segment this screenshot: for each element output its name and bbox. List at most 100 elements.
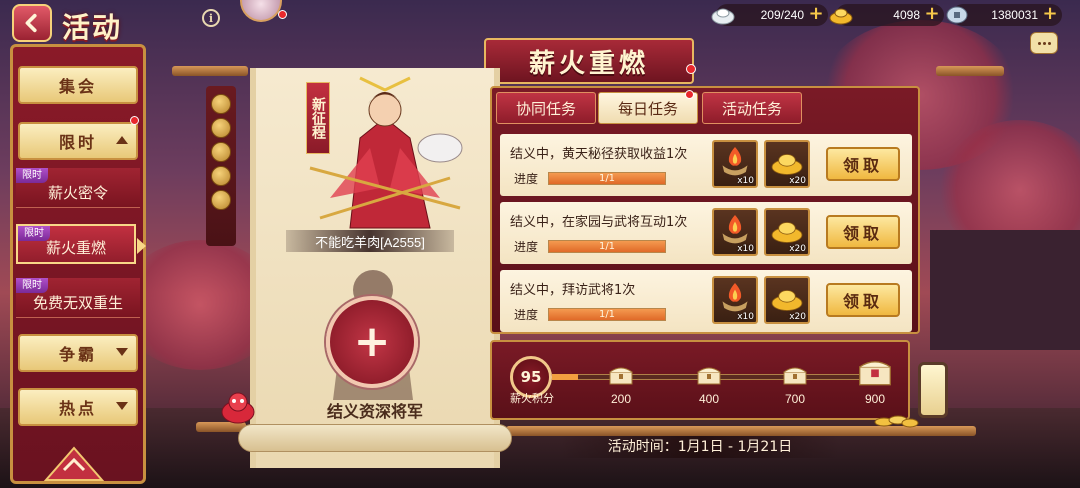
- chest-icon[interactable]: [696, 364, 722, 386]
- hero-name: 不能吃羊肉[A2555]: [286, 230, 454, 252]
- task-title: 结义中，在家园与武将互动1次: [510, 215, 688, 230]
- avatar[interactable]: [240, 0, 282, 22]
- sidebar-item-label: 热点: [58, 399, 97, 418]
- chevron-up-icon: [116, 136, 128, 144]
- milestone-label: 900: [864, 392, 886, 406]
- task-title: 结义中，黄天秘径获取收益1次: [510, 147, 688, 162]
- coin-icon: [946, 6, 968, 24]
- event-time: 活动时间：1月1日 - 1月21日: [560, 436, 840, 458]
- sidebar-ornament-icon: [43, 446, 105, 481]
- reward-count: x20: [789, 312, 806, 322]
- reward-count: x10: [737, 244, 754, 254]
- chevron-down-icon: [116, 402, 128, 410]
- claim-button[interactable]: 领取: [826, 147, 900, 181]
- lucky-cat-icon: [221, 392, 255, 424]
- silver-ingot-icon: [711, 8, 735, 25]
- sidebar-item-hot[interactable]: 热点: [18, 388, 138, 426]
- limited-tag: 限时: [16, 278, 48, 293]
- chest-icon[interactable]: [782, 364, 808, 386]
- milestone-label: 700: [784, 392, 806, 406]
- sidebar-item-hegemony[interactable]: 争霸: [18, 334, 138, 372]
- plus-icon: +: [353, 316, 391, 367]
- chest-icon[interactable]: [608, 364, 634, 386]
- event-title-banner: 薪火重燃: [484, 38, 694, 84]
- progress-label: 进度: [514, 308, 539, 322]
- tab-cooperative-tasks[interactable]: 协同任务: [496, 92, 596, 124]
- sidebar-item-secret-order[interactable]: 限时 薪火密令: [16, 168, 140, 208]
- sidebar-item-label: 集会: [58, 77, 97, 96]
- sidebar-item-label: 限时: [58, 133, 97, 152]
- reward-count: x10: [737, 312, 754, 322]
- sidebar-item-free-rebirth[interactable]: 限时 免费无双重生: [16, 278, 140, 318]
- task-row: 结义中，拜访武将1次 进度 1/1 x10 x20 领取: [500, 270, 912, 332]
- notification-dot: [686, 64, 696, 74]
- add-coin-button[interactable]: +: [1042, 5, 1058, 23]
- reward-fire-bowl[interactable]: x10: [712, 208, 758, 256]
- sidebar-item-label: 争霸: [58, 345, 97, 364]
- back-button[interactable]: [12, 4, 52, 42]
- reward-count: x20: [789, 244, 806, 254]
- claim-label: 领取: [842, 156, 883, 175]
- notification-dot: [278, 10, 287, 19]
- big-chest-icon[interactable]: [858, 358, 892, 386]
- claim-label: 领取: [842, 292, 883, 311]
- chevron-down-icon: [116, 348, 128, 356]
- frame-rail: [936, 66, 1004, 76]
- page-title: 活动: [62, 11, 123, 44]
- limited-tag: 限时: [18, 226, 50, 241]
- progress-text: 1/1: [598, 241, 616, 252]
- add-sworn-brother-button[interactable]: +: [326, 296, 418, 388]
- limited-tag: 限时: [16, 168, 48, 183]
- task-row: 结义中，黄天秘径获取收益1次 进度 1/1 x10 x20 领取: [500, 134, 912, 196]
- tab-label: 协同任务: [515, 99, 576, 118]
- milestone-label: 400: [698, 392, 720, 406]
- reward-count: x20: [789, 176, 806, 186]
- reward-gold-ingot[interactable]: x20: [764, 140, 810, 188]
- claim-label: 领取: [842, 224, 883, 243]
- reward-gold-ingot[interactable]: x20: [764, 276, 810, 324]
- reward-count: x10: [737, 176, 754, 186]
- sidebar-item-limited[interactable]: 限时: [18, 122, 138, 160]
- gold-ingot-icon: [829, 8, 853, 25]
- chat-button[interactable]: [1030, 32, 1058, 54]
- tab-label: 活动任务: [721, 99, 782, 118]
- reward-fire-bowl[interactable]: x10: [712, 140, 758, 188]
- lantern-ornament: [918, 362, 948, 418]
- tab-label: 每日任务: [617, 99, 678, 118]
- add-gold-button[interactable]: +: [924, 5, 940, 23]
- coin-pile-icon: [874, 415, 919, 428]
- task-row: 结义中，在家园与武将互动1次 进度 1/1 x10 x20 领取: [500, 202, 912, 264]
- claim-button[interactable]: 领取: [826, 283, 900, 317]
- scroll-roller: [238, 424, 512, 452]
- resource-bar-silver: 209/240 +: [711, 4, 828, 26]
- gold-value: 4098: [893, 8, 920, 22]
- sidebar-item-rekindle[interactable]: 限时 薪火重燃: [16, 224, 136, 264]
- coin-value: 1380031: [991, 8, 1038, 22]
- event-title: 薪火重燃: [528, 48, 649, 79]
- empty-slot-label: 结义资深将军: [326, 402, 423, 421]
- resource-bar-coin: 1380031 +: [946, 4, 1062, 26]
- progress-label: 进度: [514, 172, 539, 186]
- new-journey-label: 新征程: [310, 97, 326, 139]
- reward-fire-bowl[interactable]: x10: [712, 276, 758, 324]
- info-icon[interactable]: i: [202, 9, 220, 27]
- frame-rail: [172, 66, 248, 76]
- sidebar-item-label: 薪火重燃: [45, 239, 106, 257]
- sidebar-item-label: 薪火密令: [47, 184, 108, 202]
- tab-event-tasks[interactable]: 活动任务: [702, 92, 802, 124]
- reward-gold-ingot[interactable]: x20: [764, 208, 810, 256]
- silver-value: 209/240: [760, 8, 804, 22]
- bead-ornament: [206, 86, 236, 246]
- notification-dot: [130, 116, 139, 125]
- tab-daily-tasks[interactable]: 每日任务: [598, 92, 698, 124]
- add-silver-button[interactable]: +: [808, 5, 824, 23]
- claim-button[interactable]: 领取: [826, 215, 900, 249]
- milestone-label: 200: [610, 392, 632, 406]
- sidebar-item-gathering[interactable]: 集会: [18, 66, 138, 104]
- background-building: [930, 230, 1080, 350]
- task-title: 结义中，拜访武将1次: [510, 283, 636, 298]
- sidebar-item-label: 免费无双重生: [32, 294, 123, 312]
- progress-label: 进度: [514, 240, 539, 254]
- back-arrow-icon: [25, 13, 37, 33]
- points-label: 薪火积分: [510, 392, 554, 405]
